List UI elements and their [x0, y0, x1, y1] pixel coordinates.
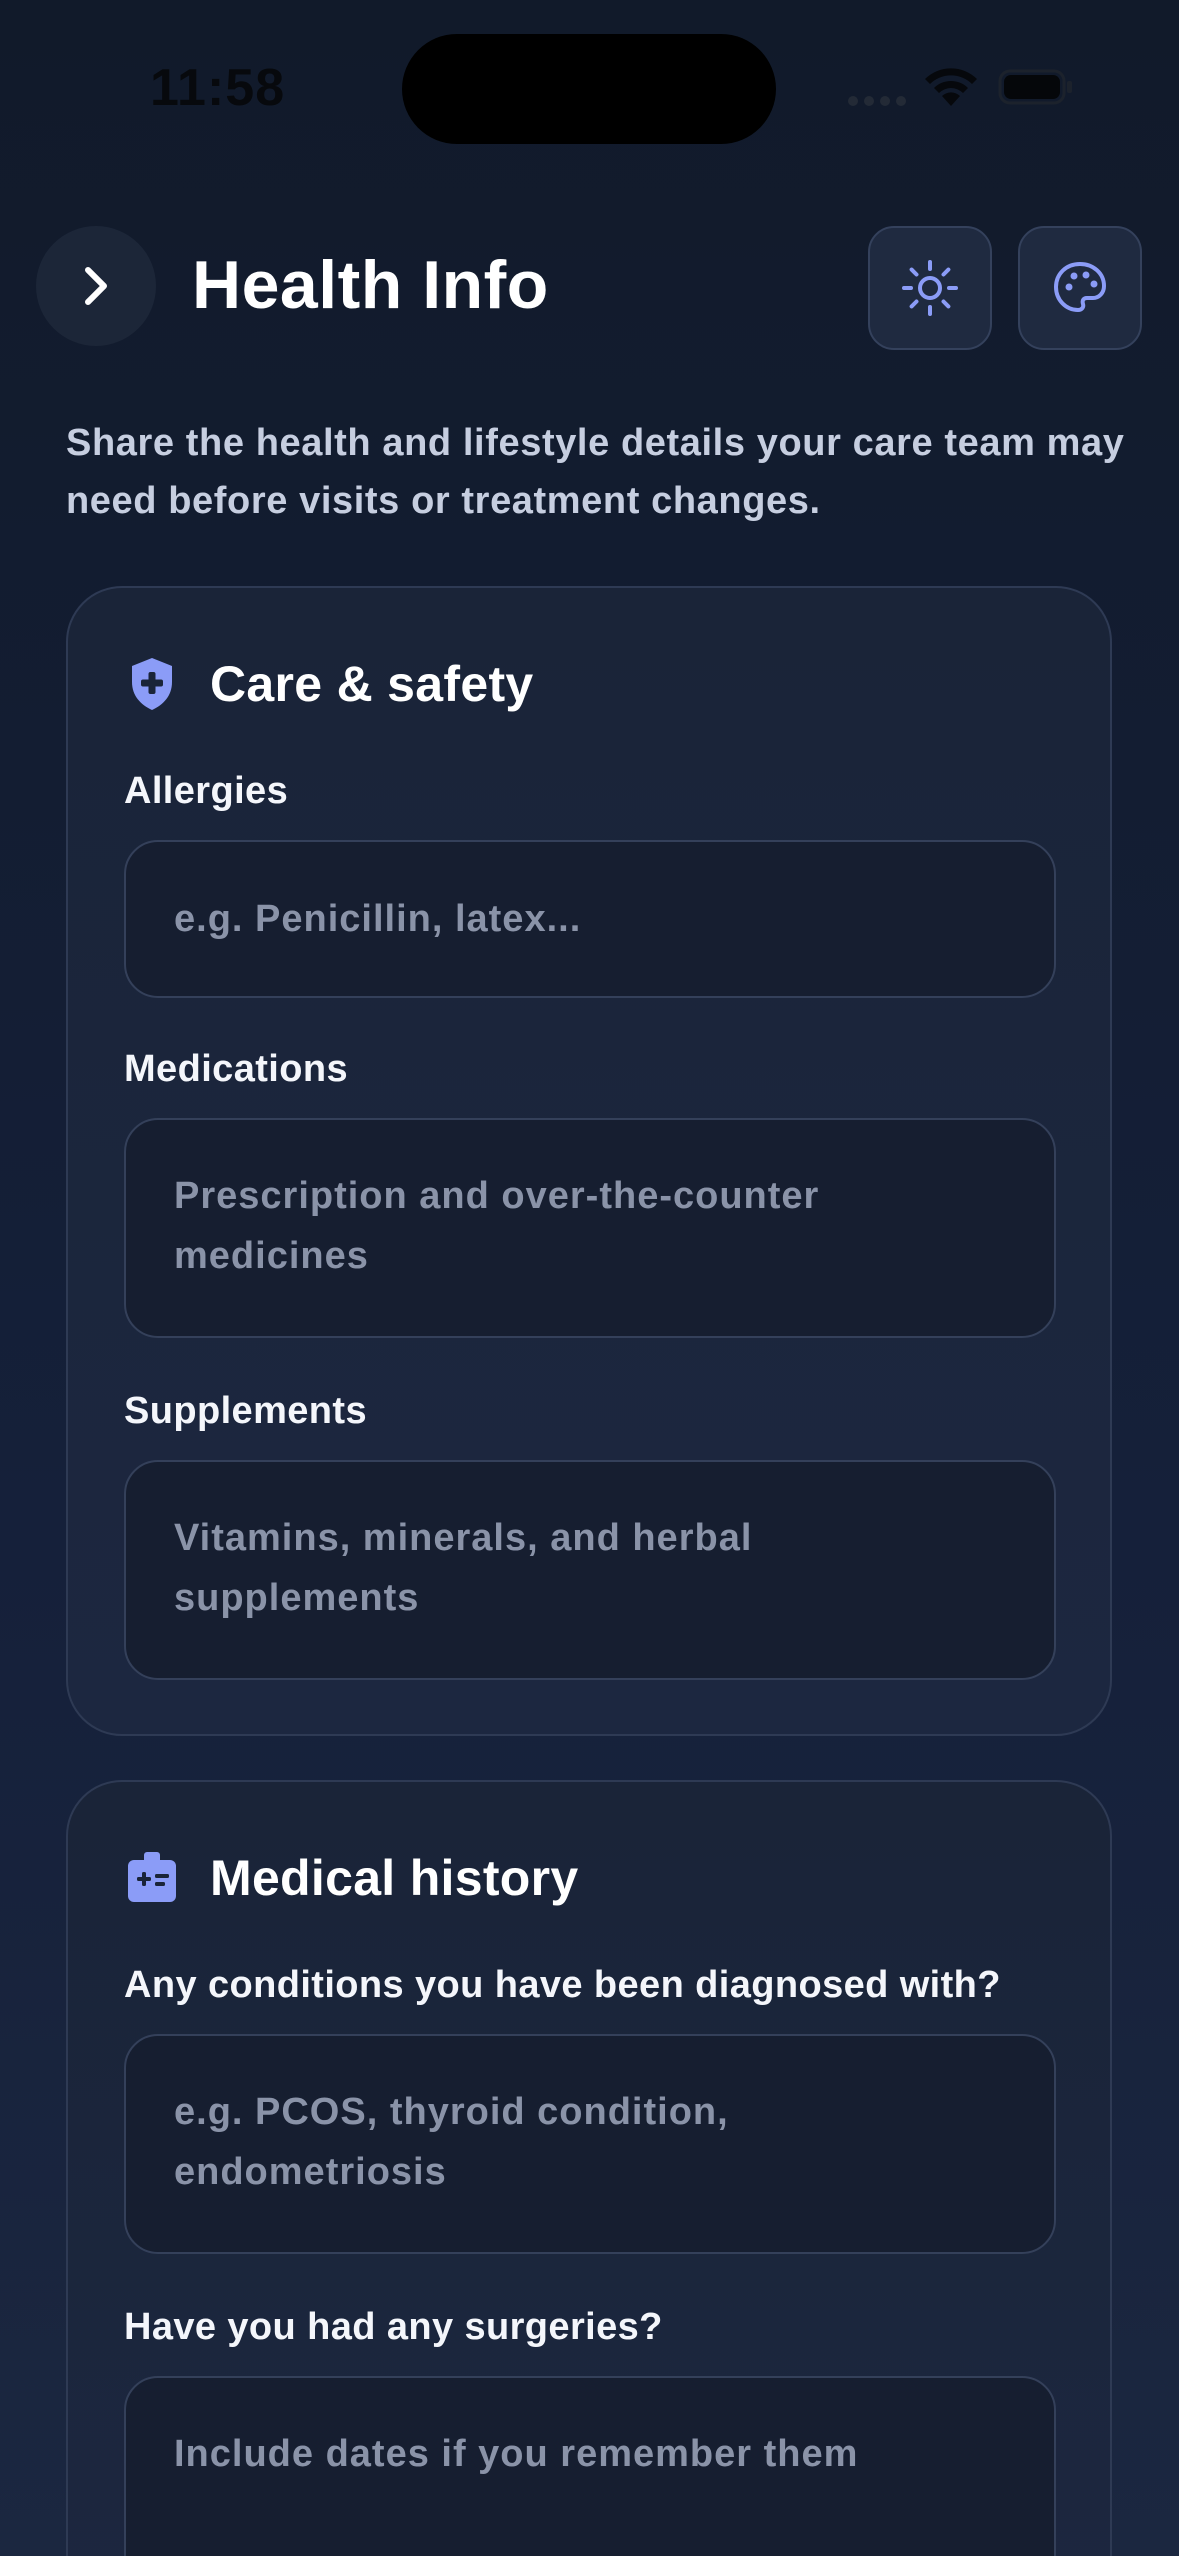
allergies-input[interactable]: e.g. Penicillin, latex...	[124, 840, 1056, 998]
surgeries-placeholder: Include dates if you remember them	[174, 2433, 859, 2475]
surgeries-label: Have you had any surgeries?	[124, 2306, 663, 2348]
supplements-label: Supplements	[124, 1390, 367, 1432]
medications-input[interactable]: Prescription and over-the-counter medici…	[124, 1118, 1056, 1338]
health-info-screen: 11:58 Health Info Share the health and l…	[0, 0, 1179, 2556]
sun-icon	[902, 260, 958, 316]
chevron-right-icon	[85, 267, 107, 305]
conditions-placeholder: e.g. PCOS, thyroid condition, endometrio…	[174, 2091, 729, 2193]
medical-history-card: Medical history Any conditions you have …	[66, 1780, 1112, 2556]
care-safety-card: Care & safety Allergies e.g. Penicillin,…	[66, 586, 1112, 1736]
back-button[interactable]	[36, 226, 156, 346]
wifi-icon	[925, 68, 977, 106]
surgeries-input[interactable]: Include dates if you remember them	[124, 2376, 1056, 2556]
dynamic-island	[402, 34, 776, 144]
palette-button[interactable]	[1018, 226, 1142, 350]
conditions-input[interactable]: e.g. PCOS, thyroid condition, endometrio…	[124, 2034, 1056, 2254]
supplements-placeholder: Vitamins, minerals, and herbal supplemen…	[174, 1517, 753, 1619]
cellular-signal-icon	[848, 92, 906, 106]
page-title: Health Info	[192, 247, 549, 323]
palette-icon	[1054, 262, 1106, 312]
section-title: Care & safety	[210, 656, 534, 712]
allergies-placeholder: e.g. Penicillin, latex...	[174, 898, 582, 940]
section-title: Medical history	[210, 1850, 579, 1906]
allergies-label: Allergies	[124, 770, 289, 812]
medications-placeholder: Prescription and over-the-counter medici…	[174, 1175, 820, 1277]
care-safety-header: Care & safety	[126, 644, 534, 724]
theme-toggle-button[interactable]	[868, 226, 992, 350]
status-bar: 11:58	[0, 0, 1179, 170]
status-time: 11:58	[150, 59, 286, 117]
medications-label: Medications	[124, 1048, 348, 1090]
battery-icon	[998, 69, 1072, 105]
shield-plus-icon	[126, 654, 178, 714]
medical-history-header: Medical history	[126, 1838, 579, 1918]
header: Health Info	[0, 222, 1179, 352]
intro-text: Share the health and lifestyle details y…	[66, 422, 1125, 522]
conditions-label: Any conditions you have been diagnosed w…	[124, 1964, 1001, 2006]
medical-id-icon	[126, 1848, 178, 1908]
supplements-input[interactable]: Vitamins, minerals, and herbal supplemen…	[124, 1460, 1056, 1680]
